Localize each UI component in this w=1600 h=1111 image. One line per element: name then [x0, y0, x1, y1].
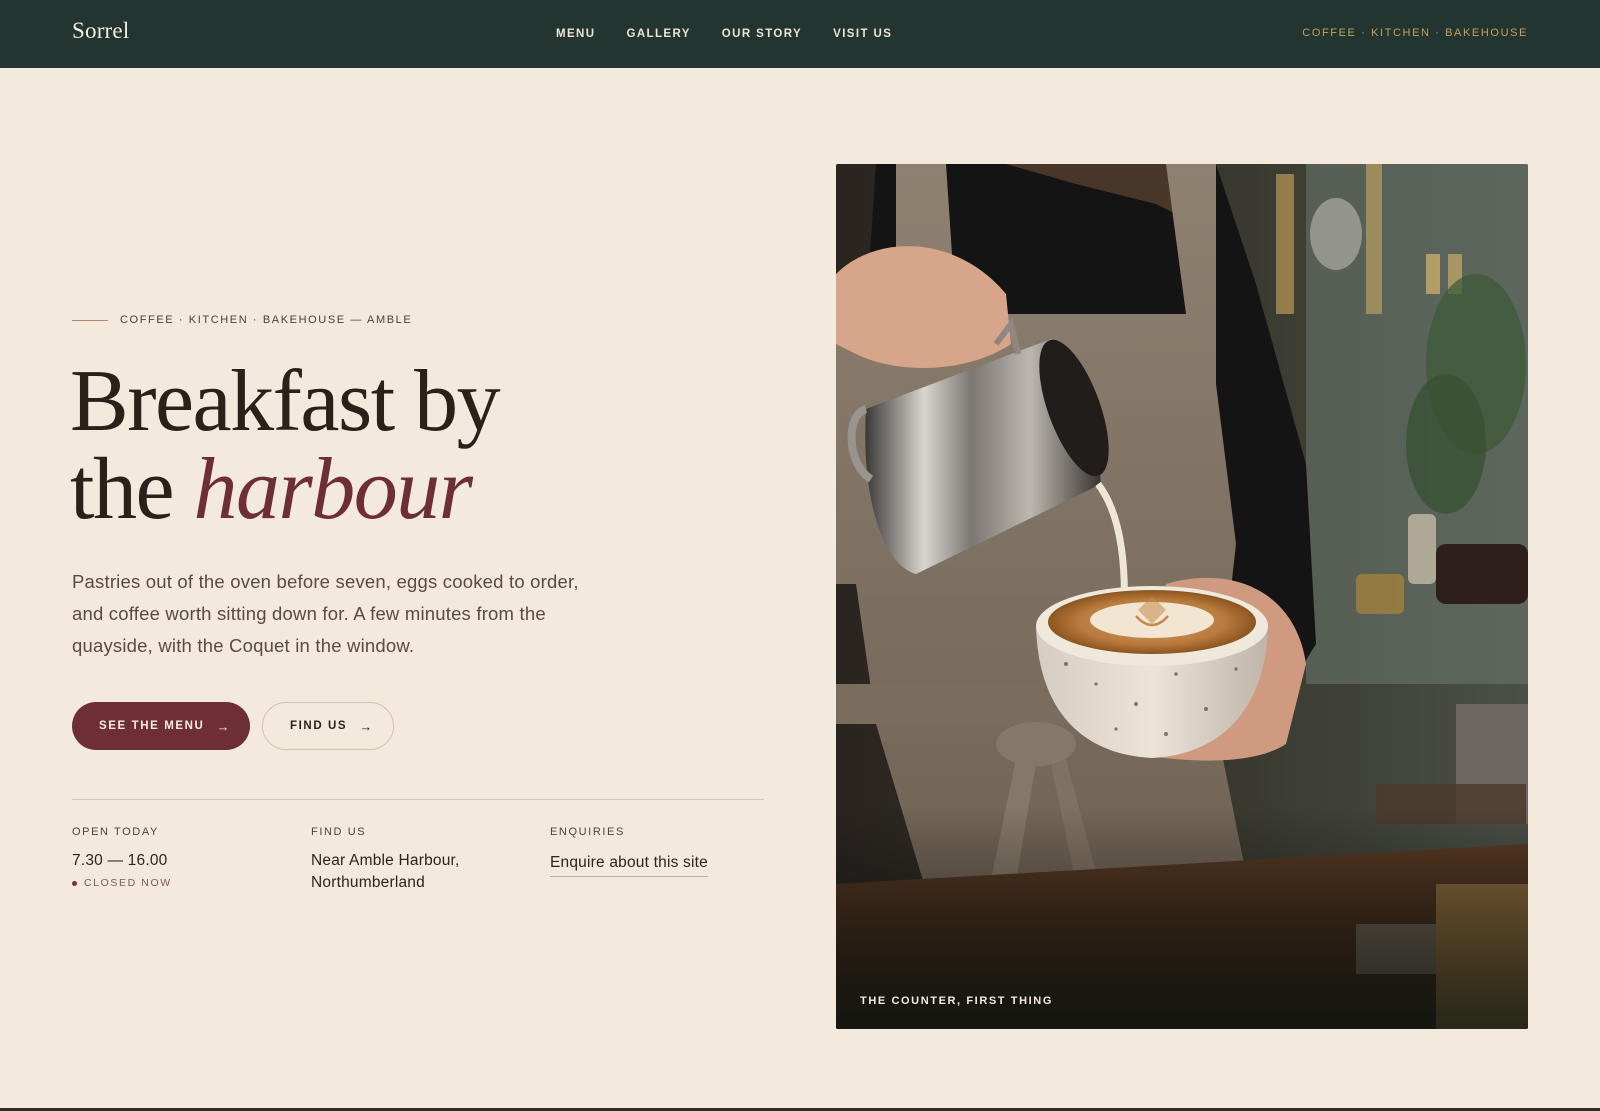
info-location: FIND US Near Amble Harbour, Northumberla…	[311, 826, 460, 894]
status-dot-icon	[72, 880, 77, 886]
hours-label: OPEN TODAY	[72, 826, 159, 838]
headline-line-1: Breakfast by	[70, 353, 501, 450]
headline-accent: harbour	[193, 441, 474, 538]
status-text: CLOSED NOW	[84, 877, 172, 889]
enquiries-label: ENQUIRIES	[550, 826, 625, 838]
location-label: FIND US	[311, 826, 367, 838]
find-us-button[interactable]: FIND US →	[262, 702, 394, 750]
brand-logo[interactable]: Sorrel	[72, 18, 129, 44]
see-the-menu-button[interactable]: SEE THE MENU →	[72, 702, 250, 750]
kicker-text: COFFEE · KITCHEN · BAKEHOUSE — AMBLE	[120, 314, 413, 326]
hero-kicker: COFFEE · KITCHEN · BAKEHOUSE — AMBLE	[72, 314, 412, 326]
location-line-2: Northumberland	[311, 874, 425, 891]
info-hours: OPEN TODAY 7.30 — 16.00 CLOSED NOW	[72, 826, 172, 889]
see-the-menu-label: SEE THE MENU	[99, 720, 205, 732]
nav-link-gallery[interactable]: GALLERY	[626, 28, 690, 40]
hero-actions: SEE THE MENU → FIND US →	[72, 702, 394, 750]
nav-link-menu[interactable]: MENU	[556, 28, 595, 40]
headline-plain: the	[70, 441, 194, 538]
nav-link-visit-us[interactable]: VISIT US	[833, 28, 892, 40]
kicker-rule	[72, 319, 108, 321]
find-us-label: FIND US	[290, 720, 348, 732]
enquire-link[interactable]: Enquire about this site	[550, 852, 708, 877]
info-divider	[72, 799, 764, 800]
hero-lede: Pastries out of the oven before seven, e…	[72, 571, 579, 656]
arrow-right-icon: →	[359, 718, 374, 734]
status-badge: CLOSED NOW	[72, 877, 172, 889]
hero-headline: Breakfast by the harbour	[70, 353, 501, 534]
primary-nav: MENU GALLERY OUR STORY VISIT US	[556, 28, 892, 40]
nav-link-our-story[interactable]: OUR STORY	[722, 28, 802, 40]
arrow-right-icon: →	[216, 718, 232, 734]
info-enquiries: ENQUIRIES Enquire about this site	[550, 826, 708, 877]
location-line-1: Near Amble Harbour,	[311, 852, 460, 869]
barista-latte-illustration	[836, 164, 1528, 1029]
hero-photo: THE COUNTER, FIRST THING	[836, 164, 1528, 1029]
hours-value: 7.30 — 16.00	[72, 852, 168, 869]
site-header: Sorrel MENU GALLERY OUR STORY VISIT US C…	[0, 0, 1600, 68]
headline-line-2: the harbour	[70, 446, 499, 534]
photo-caption: THE COUNTER, FIRST THING	[860, 995, 1054, 1007]
header-tagline: COFFEE · KITCHEN · BAKEHOUSE	[1302, 27, 1528, 39]
